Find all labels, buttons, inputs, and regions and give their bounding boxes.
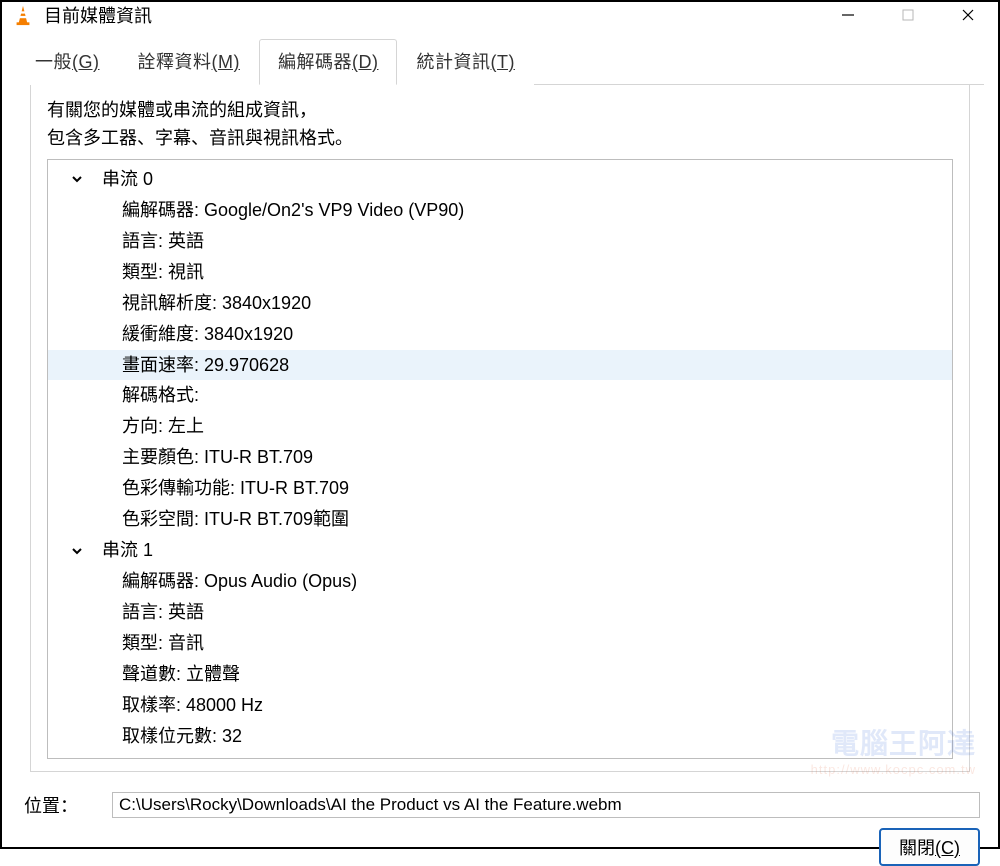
codec-property-row[interactable]: 類型: 音訊: [48, 628, 952, 659]
codec-property-row[interactable]: 視訊解析度: 3840x1920: [48, 288, 952, 319]
window-controls: [818, 2, 998, 28]
codec-property-row[interactable]: 緩衝維度: 3840x1920: [48, 319, 952, 350]
codec-property-row[interactable]: 取樣位元數: 32: [48, 721, 952, 752]
tab-metadata[interactable]: 詮釋資料(M): [119, 39, 259, 85]
codec-property-row[interactable]: 取樣率: 48000 Hz: [48, 690, 952, 721]
desc-line2: 包含多工器、字幕、音訊與視訊格式。: [47, 125, 953, 153]
codec-property-row[interactable]: 編解碼器: Google/On2's VP9 Video (VP90): [48, 195, 952, 226]
codec-property-text: 取樣位元數: 32: [122, 721, 242, 752]
location-label: 位置：: [24, 792, 96, 818]
codec-property-text: 方向: 左上: [122, 411, 204, 442]
location-input[interactable]: [112, 792, 980, 818]
tab-stats[interactable]: 統計資訊(T): [397, 39, 533, 85]
codec-property-row[interactable]: 解碼格式:: [48, 380, 952, 411]
close-button-key: (C): [935, 838, 960, 858]
codec-property-text: 緩衝維度: 3840x1920: [122, 319, 293, 350]
codec-property-text: 類型: 視訊: [122, 257, 204, 288]
codec-property-text: 畫面速率: 29.970628: [122, 350, 289, 381]
codec-property-row[interactable]: 主要顏色: ITU-R BT.709: [48, 442, 952, 473]
tab-codec-label: 編解碼器: [278, 52, 352, 72]
tab-content-codec: 有關您的媒體或串流的組成資訊， 包含多工器、字幕、音訊與視訊格式。 串流 0編解…: [30, 85, 970, 772]
codec-property-row[interactable]: 色彩空間: ITU-R BT.709範圍: [48, 504, 952, 535]
codec-property-row[interactable]: 語言: 英語: [48, 597, 952, 628]
codec-property-row[interactable]: 類型: 視訊: [48, 257, 952, 288]
codec-property-text: 類型: 音訊: [122, 628, 204, 659]
tab-general-key: (G): [72, 52, 100, 72]
codec-property-text: 編解碼器: Opus Audio (Opus): [122, 566, 357, 597]
titlebar: 目前媒體資訊: [2, 2, 998, 28]
codec-property-text: 色彩空間: ITU-R BT.709範圍: [122, 504, 349, 535]
tab-codec-key: (D): [352, 52, 379, 72]
codec-property-text: 視訊解析度: 3840x1920: [122, 288, 311, 319]
maximize-button[interactable]: [878, 2, 938, 28]
media-info-window: 目前媒體資訊 一般(G) 詮釋資料(M) 編解碼器(D): [0, 0, 1000, 849]
desc-line1: 有關您的媒體或串流的組成資訊，: [47, 97, 953, 125]
tab-stats-key: (T): [490, 52, 514, 72]
location-row: 位置：: [24, 792, 980, 818]
codec-property-text: 取樣率: 48000 Hz: [122, 690, 263, 721]
tab-metadata-label: 詮釋資料: [138, 52, 212, 72]
stream-header[interactable]: 串流 1: [48, 535, 952, 566]
minimize-button[interactable]: [818, 2, 878, 28]
tab-codec[interactable]: 編解碼器(D): [259, 39, 398, 85]
codec-property-row[interactable]: 色彩傳輸功能: ITU-R BT.709: [48, 473, 952, 504]
close-button-label: 關閉: [899, 838, 935, 858]
tab-metadata-key: (M): [212, 52, 240, 72]
vlc-cone-icon: [12, 4, 34, 26]
codec-property-text: 語言: 英語: [122, 597, 204, 628]
codec-property-row[interactable]: 方向: 左上: [48, 411, 952, 442]
codec-property-text: 主要顏色: ITU-R BT.709: [122, 442, 313, 473]
tab-general-label: 一般: [35, 52, 72, 72]
chevron-down-icon: [68, 173, 86, 185]
codec-property-text: 語言: 英語: [122, 226, 204, 257]
codec-property-text: 色彩傳輸功能: ITU-R BT.709: [122, 473, 349, 504]
codec-property-row[interactable]: 畫面速率: 29.970628: [48, 350, 952, 381]
window-title: 目前媒體資訊: [44, 2, 152, 28]
window-close-button[interactable]: [938, 2, 998, 28]
stream-header-label: 串流 0: [102, 164, 153, 195]
codec-property-row[interactable]: 語言: 英語: [48, 226, 952, 257]
chevron-down-icon: [68, 545, 86, 557]
codec-description: 有關您的媒體或串流的組成資訊， 包含多工器、字幕、音訊與視訊格式。: [47, 97, 953, 153]
stream-header[interactable]: 串流 0: [48, 164, 952, 195]
codec-property-text: 聲道數: 立體聲: [122, 659, 240, 690]
tab-general[interactable]: 一般(G): [16, 39, 119, 85]
codec-property-text: 編解碼器: Google/On2's VP9 Video (VP90): [122, 195, 464, 226]
codec-property-row[interactable]: 聲道數: 立體聲: [48, 659, 952, 690]
tab-stats-label: 統計資訊: [416, 52, 490, 72]
close-button[interactable]: 關閉(C): [879, 828, 980, 866]
stream-header-label: 串流 1: [102, 535, 153, 566]
tab-bar: 一般(G) 詮釋資料(M) 編解碼器(D) 統計資訊(T): [16, 38, 984, 85]
codec-tree[interactable]: 串流 0編解碼器: Google/On2's VP9 Video (VP90)語…: [47, 159, 953, 759]
codec-property-text: 解碼格式:: [122, 380, 199, 411]
codec-property-row[interactable]: 編解碼器: Opus Audio (Opus): [48, 566, 952, 597]
